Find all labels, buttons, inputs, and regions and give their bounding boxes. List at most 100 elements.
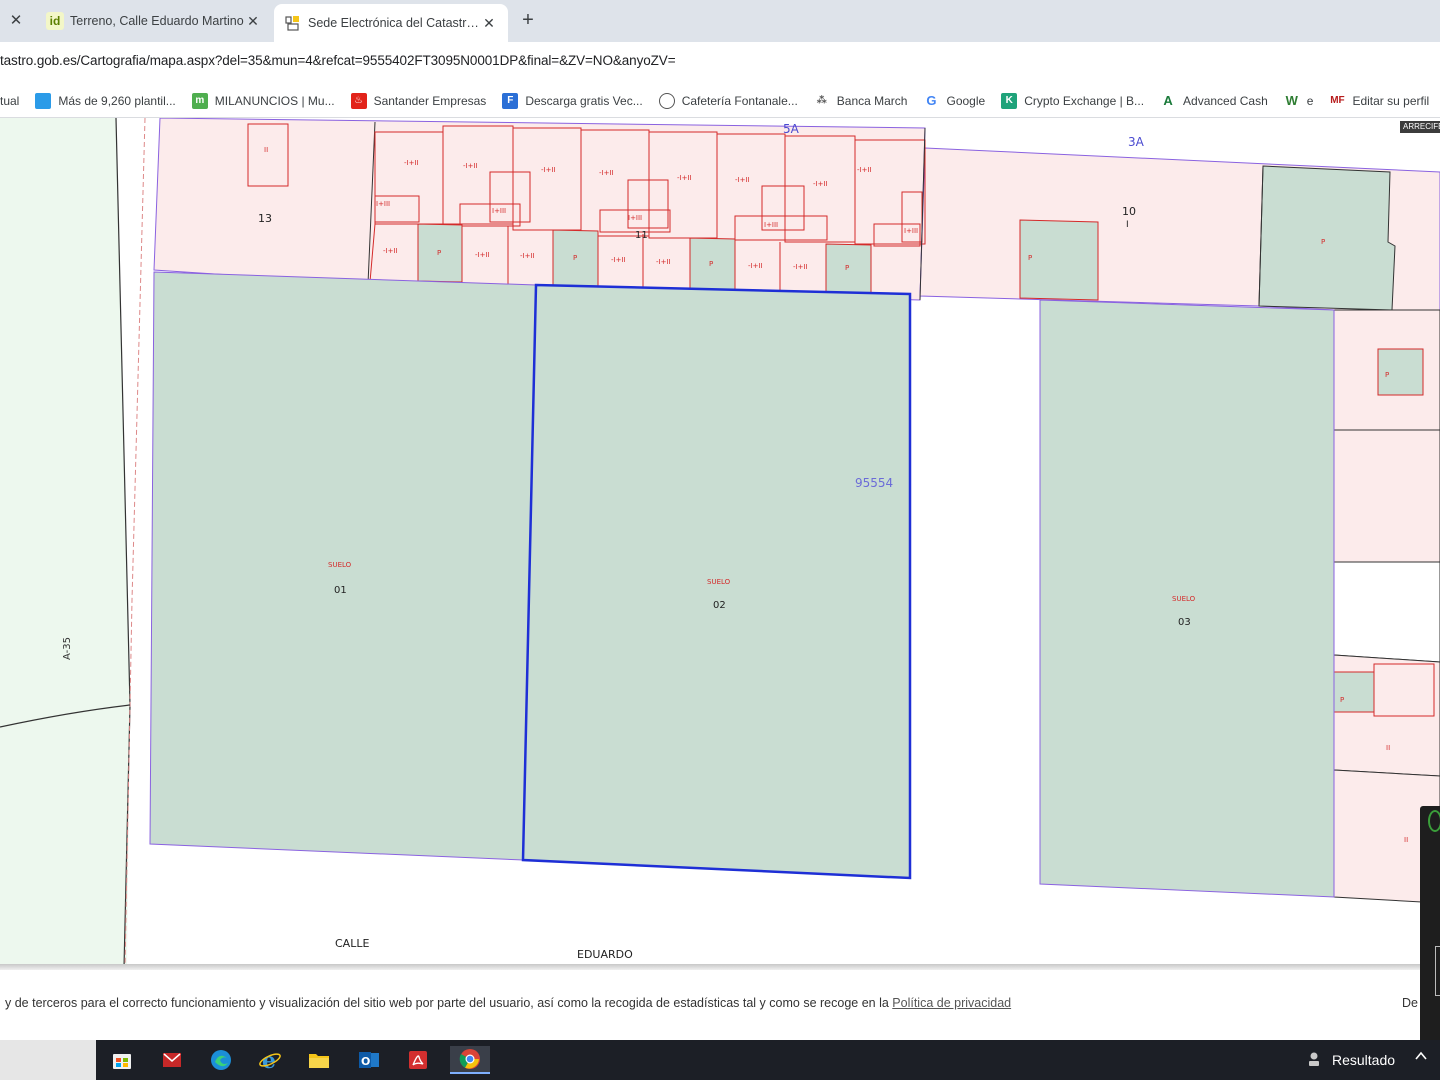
bookmark-item[interactable]: Cafetería Fontanale... bbox=[658, 92, 798, 109]
courtyard-label: P bbox=[573, 254, 577, 262]
parcel-use-label: SUELO bbox=[328, 561, 352, 569]
cookie-banner: y de terceros para el correcto funcionam… bbox=[0, 970, 1440, 1040]
freepik-icon: F bbox=[502, 92, 519, 109]
floors-label: -I+II bbox=[404, 159, 419, 167]
cookie-text: y de terceros para el correcto funcionam… bbox=[5, 996, 1012, 1010]
courtyard-label: P bbox=[1340, 696, 1344, 704]
floors-label: I+III bbox=[764, 221, 778, 229]
municipality-badge: ARRECIFE bbox=[1400, 121, 1440, 133]
catastro-favicon-icon bbox=[284, 14, 302, 32]
chrome-icon[interactable] bbox=[450, 1046, 490, 1074]
parcel-number: 02 bbox=[713, 600, 726, 611]
floors-label: I+III bbox=[376, 200, 390, 208]
advanced-cash-icon: A bbox=[1160, 92, 1177, 109]
bookmark-item[interactable]: ♨ Santander Empresas bbox=[350, 92, 486, 109]
block-number-11: 11 bbox=[635, 230, 648, 241]
parcel-number: 01 bbox=[334, 585, 347, 596]
bookmark-item[interactable]: m MILANUNCIOS | Mu... bbox=[191, 92, 335, 109]
edge-browser-icon[interactable] bbox=[206, 1046, 236, 1074]
cookie-decline-button[interactable]: De bbox=[1402, 996, 1418, 1010]
floors-label: -I+II bbox=[656, 258, 671, 266]
street-label-calle: CALLE bbox=[335, 937, 369, 950]
cadastre-map[interactable]: 13 10 I 11 5A 3A 95554 A-35 CALLE EDUARD… bbox=[0, 118, 1440, 968]
courtyard-label: P bbox=[709, 260, 713, 268]
road-label: A-35 bbox=[62, 637, 73, 660]
map-canvas: 13 10 I 11 5A 3A 95554 A-35 CALLE EDUARD… bbox=[0, 118, 1440, 968]
bookmark-item[interactable]: A Advanced Cash bbox=[1160, 92, 1268, 109]
browser-tab-strip: ✕ id Terreno, Calle Eduardo Martino ✕ Se… bbox=[0, 0, 1440, 42]
courtyard-label: P bbox=[1321, 238, 1325, 246]
courtyard-label: P bbox=[1028, 254, 1032, 262]
results-icon bbox=[1304, 1050, 1324, 1070]
panel-button[interactable] bbox=[1435, 946, 1440, 996]
tab-catastro[interactable]: Sede Electrónica del Catastro - ✕ bbox=[274, 4, 508, 42]
chevron-up-icon[interactable] bbox=[1414, 1049, 1428, 1068]
floors-label: I+III bbox=[904, 227, 918, 235]
bookmark-item[interactable]: ⁂ Banca March bbox=[813, 92, 907, 109]
block-sub-10: I bbox=[1126, 220, 1129, 230]
bookmark-item[interactable]: We bbox=[1283, 92, 1313, 109]
privacy-policy-link[interactable]: Política de privacidad bbox=[892, 996, 1011, 1010]
parcel-use-label: SUELO bbox=[1172, 595, 1196, 603]
mail-app-icon[interactable] bbox=[157, 1046, 187, 1074]
floors-label: -I+II bbox=[748, 262, 763, 270]
tab-close-icon[interactable]: ✕ bbox=[480, 15, 498, 32]
url-text[interactable]: tastro.gob.es/Cartografia/mapa.aspx?del=… bbox=[0, 53, 676, 68]
floors-label: -I+II bbox=[383, 247, 398, 255]
svg-text:e: e bbox=[262, 1048, 276, 1072]
bookmark-item[interactable]: F Descarga gratis Vec... bbox=[502, 92, 643, 109]
side-notification-panel[interactable] bbox=[1420, 806, 1440, 1040]
store-icon[interactable] bbox=[107, 1046, 137, 1074]
bookmark-item[interactable]: MF Editar su perfil bbox=[1329, 92, 1429, 109]
parcel-number: 03 bbox=[1178, 617, 1191, 628]
floors-label: -I+II bbox=[541, 166, 556, 174]
courtyard-label: P bbox=[437, 249, 441, 257]
bookmarks-bar: tual Más de 9,260 plantil... m MILANUNCIO… bbox=[0, 84, 1440, 118]
internet-explorer-icon[interactable]: e bbox=[255, 1046, 285, 1074]
tab-title: Sede Electrónica del Catastro - bbox=[308, 16, 480, 30]
floors-label: I+III bbox=[628, 214, 642, 222]
bookmark-item[interactable]: tual bbox=[0, 94, 19, 108]
file-explorer-icon[interactable] bbox=[304, 1046, 334, 1074]
close-icon[interactable]: ✕ bbox=[6, 11, 26, 31]
floors-label: -I+II bbox=[475, 251, 490, 259]
floors-label: -I+II bbox=[793, 263, 808, 271]
floors-label: -I+II bbox=[463, 162, 478, 170]
tab-title: Terreno, Calle Eduardo Martino bbox=[70, 14, 244, 28]
template-site-icon bbox=[35, 92, 52, 109]
courtyard-label: P bbox=[845, 264, 849, 272]
green-zone bbox=[0, 118, 130, 968]
bookmark-item[interactable]: G Google bbox=[923, 92, 985, 109]
floors-label: -I+II bbox=[611, 256, 626, 264]
floors-label: -I+II bbox=[857, 166, 872, 174]
floors-label: II bbox=[264, 146, 268, 154]
banca-march-icon: ⁂ bbox=[813, 92, 830, 109]
pdf-reader-icon[interactable] bbox=[403, 1046, 433, 1074]
taskbar-search-area[interactable] bbox=[0, 1040, 96, 1080]
windows-taskbar: e O Resultado bbox=[0, 1040, 1440, 1080]
new-tab-button[interactable]: + bbox=[516, 9, 540, 33]
bookmark-item[interactable]: K Crypto Exchange | B... bbox=[1001, 92, 1144, 109]
tab-terreno[interactable]: id Terreno, Calle Eduardo Martino ✕ bbox=[36, 5, 272, 37]
floors-label: -I+II bbox=[813, 180, 828, 188]
address-bar[interactable]: tastro.gob.es/Cartografia/mapa.aspx?del=… bbox=[0, 42, 1440, 84]
block-label-5a: 5A bbox=[783, 122, 800, 136]
floors-label: -I+II bbox=[520, 252, 535, 260]
milanuncios-icon: m bbox=[191, 92, 208, 109]
outlook-icon[interactable]: O bbox=[354, 1046, 384, 1074]
mf-icon: MF bbox=[1329, 92, 1346, 109]
floors-label: -I+II bbox=[599, 169, 614, 177]
block-number-13: 13 bbox=[258, 212, 272, 225]
bookmark-item[interactable]: Más de 9,260 plantil... bbox=[35, 92, 176, 109]
w-site-icon: W bbox=[1283, 92, 1300, 109]
reference-label: 95554 bbox=[855, 476, 893, 490]
kucoin-icon: K bbox=[1001, 92, 1018, 109]
weather-result-widget[interactable]: Resultado bbox=[1304, 1040, 1395, 1080]
floors-label: II bbox=[1386, 744, 1390, 752]
idealista-favicon-icon: id bbox=[46, 12, 64, 30]
floors-label: -I+II bbox=[677, 174, 692, 182]
google-icon: G bbox=[923, 92, 940, 109]
built-block-top bbox=[153, 118, 926, 301]
floors-label: II bbox=[1404, 836, 1408, 844]
tab-close-icon[interactable]: ✕ bbox=[244, 13, 262, 30]
